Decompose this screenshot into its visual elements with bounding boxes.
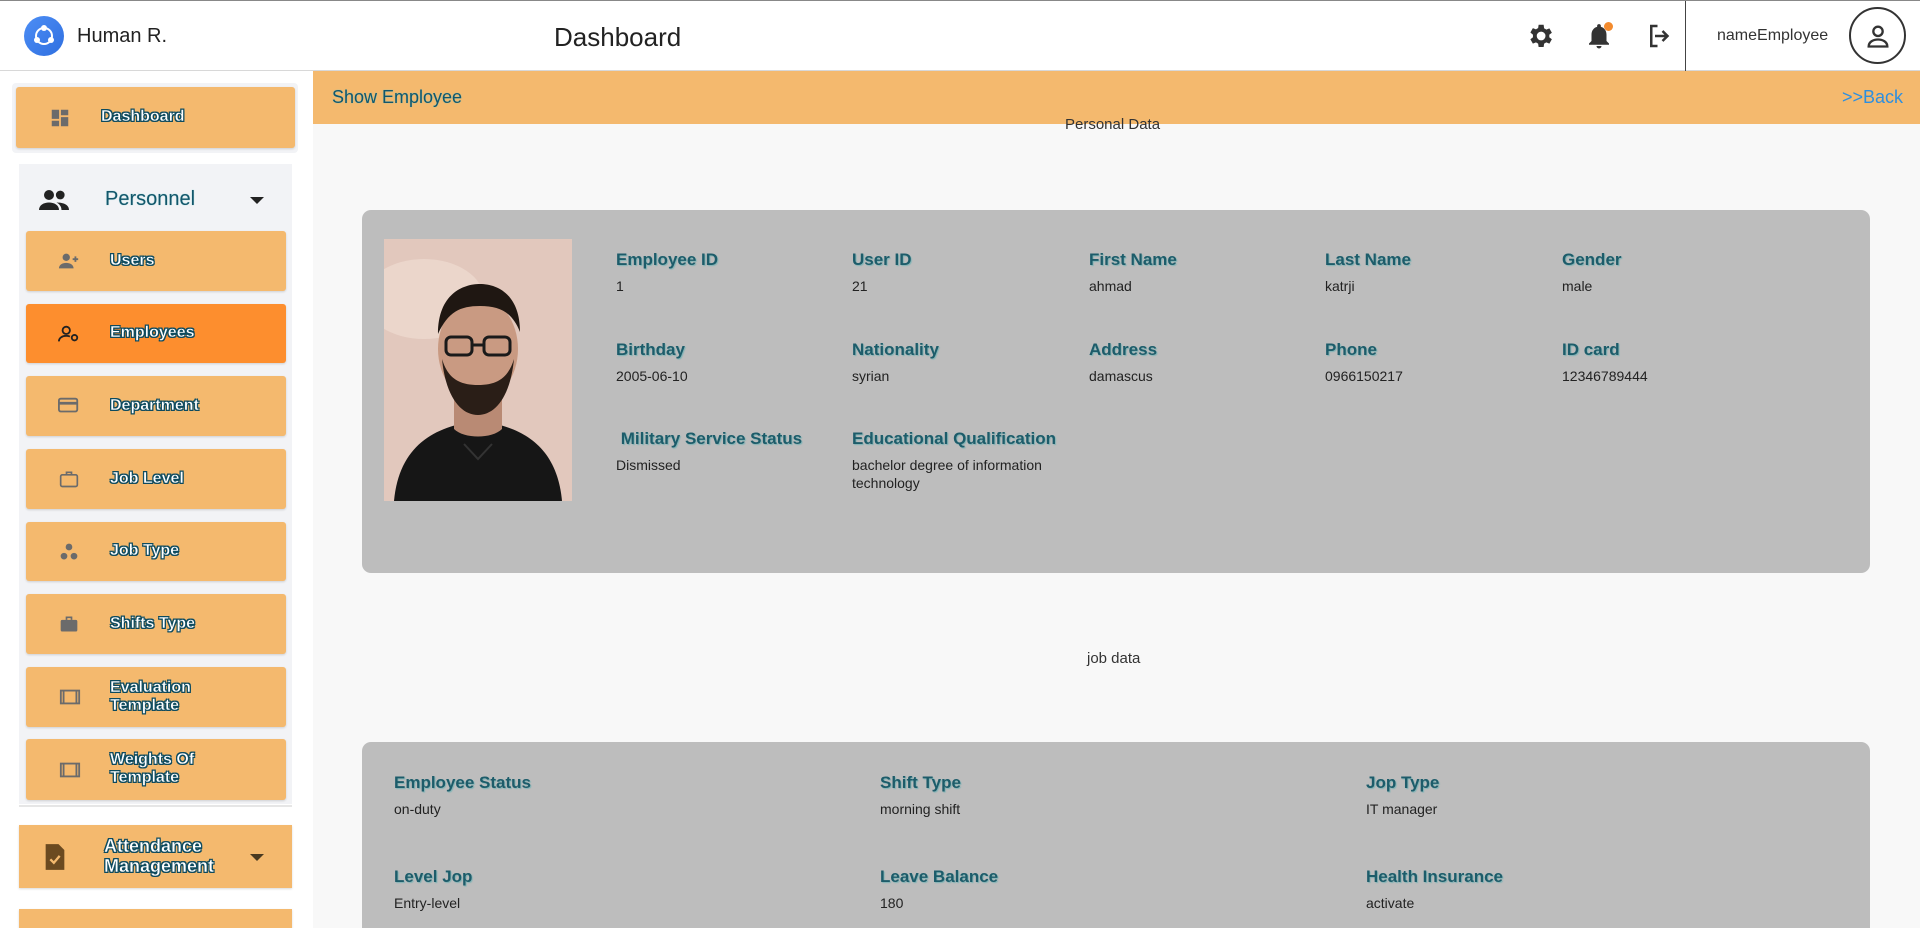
sidebar-item-shifts-type[interactable]: Shifts Type xyxy=(26,594,286,654)
dashboard-icon xyxy=(51,109,69,127)
settings-gear-icon[interactable] xyxy=(1525,21,1555,51)
personal-data-card: Employee ID 1 User ID 21 First Name ahma… xyxy=(362,210,1870,573)
app-logo[interactable] xyxy=(24,16,64,56)
field-educational-qualification: Educational Qualification bachelor degre… xyxy=(852,429,1057,491)
user-name[interactable]: nameEmployee xyxy=(1717,27,1828,45)
sidebar-group-attendance-management[interactable]: Attendance Management xyxy=(19,825,292,888)
field-shift-type: Shift Type morning shift xyxy=(880,773,961,817)
app-name: Human R. xyxy=(77,25,168,47)
field-user-id: User ID 21 xyxy=(852,250,912,294)
employee-settings-icon xyxy=(58,325,79,342)
field-jop-type: Jop Type IT manager xyxy=(1366,773,1440,817)
user-avatar[interactable] xyxy=(1849,7,1906,64)
job-data-card: Employee Status on-duty Shift Type morni… xyxy=(362,742,1870,928)
sidebar-item-weights-of-template[interactable]: Weights Of Template xyxy=(26,739,286,800)
briefcase-icon xyxy=(60,616,78,632)
sidebar-item-employees[interactable]: Employees xyxy=(26,304,286,363)
header-divider xyxy=(1685,1,1686,72)
back-link[interactable]: >>Back xyxy=(1842,87,1903,108)
personal-data-title: Personal Data xyxy=(1065,116,1161,133)
chevron-down-icon xyxy=(250,854,264,861)
task-document-icon xyxy=(45,844,65,870)
sidebar-group-label: Attendance Management xyxy=(104,836,215,876)
field-first-name: First Name ahmad xyxy=(1089,250,1177,294)
frame-icon xyxy=(59,762,81,778)
subheader-title: Show Employee xyxy=(332,87,463,107)
sidebar-item-evaluation-template[interactable]: Evaluation Template xyxy=(26,667,286,727)
credit-card-icon xyxy=(58,397,79,413)
sidebar-item-label: Users xyxy=(110,252,155,269)
field-nationality: Nationality syrian xyxy=(852,340,939,384)
people-icon xyxy=(39,190,69,210)
field-address: Address damascus xyxy=(1089,340,1158,384)
page-title: Dashboard xyxy=(554,22,682,52)
job-data-title: job data xyxy=(1087,650,1141,667)
field-phone: Phone 0966150217 xyxy=(1325,340,1403,384)
workspaces-icon xyxy=(60,543,78,560)
add-user-icon xyxy=(58,253,79,269)
sidebar-item-label: Job Level xyxy=(110,470,184,487)
field-leave-balance: Leave Balance 180 xyxy=(880,867,999,911)
logout-icon[interactable] xyxy=(1645,21,1675,51)
chevron-down-icon xyxy=(250,197,264,204)
field-employee-status: Employee Status on-duty xyxy=(394,773,531,817)
personnel-group-toggle[interactable]: Personnel xyxy=(19,168,292,232)
sidebar-item-label: Job Type xyxy=(110,542,180,559)
sidebar-item-department[interactable]: Department xyxy=(26,376,286,436)
sidebar-item-dashboard[interactable]: Dashboard xyxy=(16,87,295,148)
frame-icon xyxy=(59,689,81,705)
group-label-personnel: Personnel xyxy=(105,188,196,210)
notifications-bell-icon[interactable] xyxy=(1584,21,1614,51)
sidebar-item-label: Dashboard xyxy=(101,108,185,125)
field-military-service-status: Military Service Status Dismissed xyxy=(616,429,803,473)
sidebar-item-label: Department xyxy=(110,397,199,414)
top-header: Human R. Dashboard nameEmployee xyxy=(0,0,1920,72)
field-employee-id: Employee ID 1 xyxy=(616,250,719,294)
employee-photo xyxy=(384,239,572,501)
field-id-card: ID card 12346789444 xyxy=(1562,340,1648,384)
sidebar-item-label: Weights Of Template xyxy=(110,751,195,786)
sidebar-item-label: Shifts Type xyxy=(110,615,196,632)
field-level-jop: Level Jop Entry-level xyxy=(394,867,473,911)
sidebar-item-job-type[interactable]: Job Type xyxy=(26,522,286,581)
sidebar-group-next[interactable] xyxy=(19,909,292,928)
sidebar-item-job-level[interactable]: Job Level xyxy=(26,449,286,509)
sidebar-item-label: Evaluation Template xyxy=(110,679,191,714)
field-gender: Gender male xyxy=(1562,250,1622,294)
sidebar: Dashboard Personnel Users Employees Depa… xyxy=(0,71,313,928)
field-health-insurance: Health Insurance activate xyxy=(1366,867,1503,911)
sidebar-divider xyxy=(19,805,292,807)
sidebar-item-label: Employees xyxy=(110,324,195,341)
field-last-name: Last Name katrji xyxy=(1325,250,1411,294)
briefcase-outline-icon xyxy=(59,471,79,488)
notification-badge xyxy=(1604,22,1613,31)
field-birthday: Birthday 2005-06-10 xyxy=(616,340,688,384)
sidebar-item-users[interactable]: Users xyxy=(26,231,286,291)
